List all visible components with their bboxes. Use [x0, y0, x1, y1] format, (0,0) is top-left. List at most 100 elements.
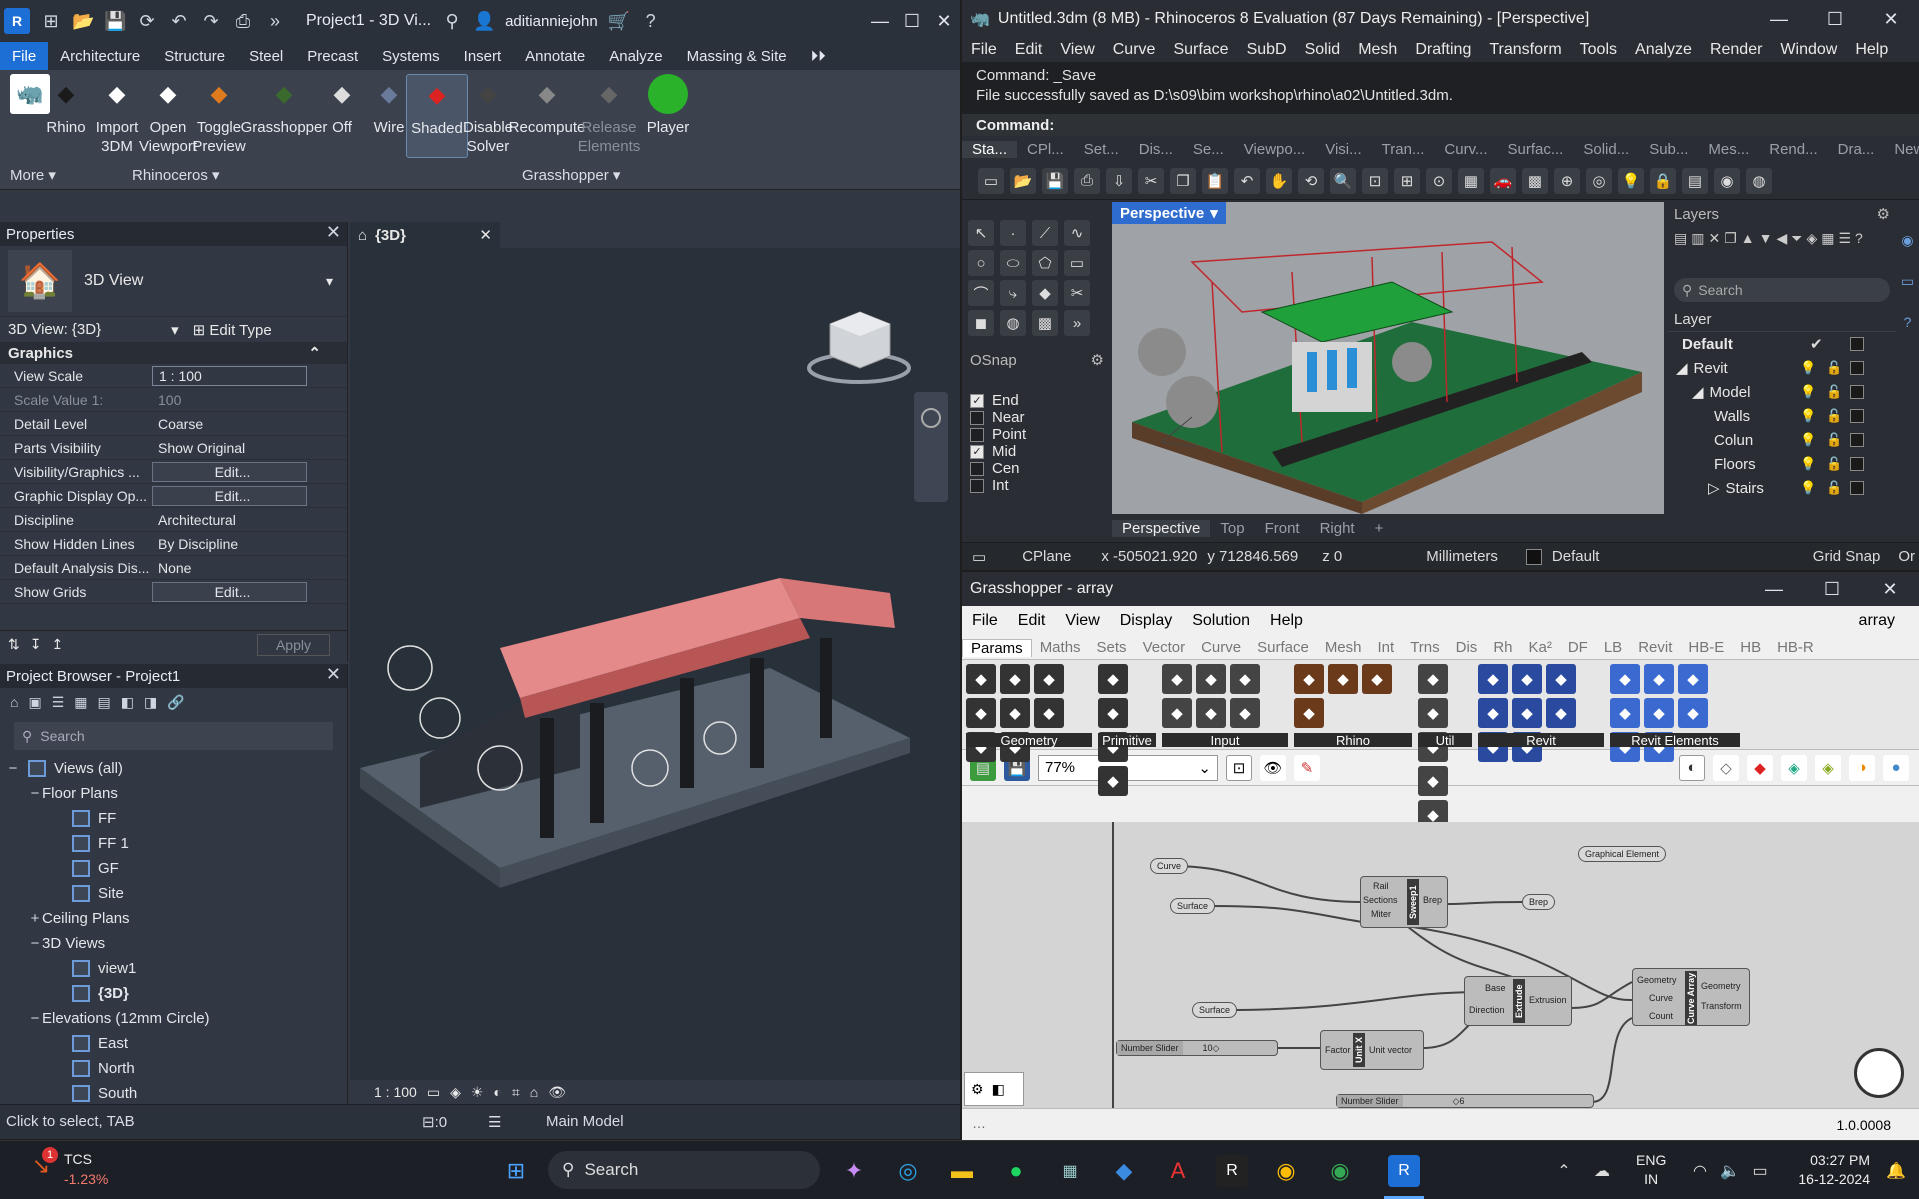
selected-only-icon[interactable]: ◈ — [1815, 754, 1841, 781]
home-icon[interactable]: ⊞ — [40, 11, 62, 32]
sort-za-icon[interactable]: ↥ — [51, 636, 63, 653]
sync-icon[interactable]: ⟳ — [136, 11, 158, 32]
rhino-menu-view[interactable]: View — [1051, 41, 1103, 59]
filter-icon[interactable]: ⏷ — [1791, 230, 1802, 274]
lock-icon[interactable]: 🔓 — [1826, 480, 1842, 496]
collapse-icon[interactable]: − — [28, 935, 42, 952]
fit-icon[interactable]: ▣ — [28, 694, 41, 711]
gh-sweep1-node[interactable]: Rail Sections Miter Sweep1 Brep — [1360, 876, 1448, 928]
gh-curve-array-node[interactable]: Geometry Curve Count Curve Array Geometr… — [1632, 968, 1750, 1026]
select-icon[interactable]: ↖ — [968, 220, 994, 246]
widget-icon[interactable]: ⚙ — [971, 1081, 984, 1098]
help-icon[interactable]: ? — [1855, 230, 1863, 274]
view-scale[interactable]: 1 : 100 — [374, 1084, 417, 1100]
gh-component-icon[interactable]: ◆ — [1098, 766, 1128, 796]
array-input-count[interactable]: Count — [1649, 1011, 1673, 1021]
properties-help-icon[interactable]: ⇅ — [8, 636, 20, 653]
layer-row[interactable]: ◢ Revit 💡 🔓 — [1668, 356, 1896, 380]
file-explorer-icon[interactable]: ▬ — [946, 1155, 978, 1187]
gh-component-icon[interactable]: ◆ — [1678, 664, 1708, 694]
browser-tree-item[interactable]: East — [6, 1031, 347, 1056]
gh-component-icon[interactable]: ◆ — [1098, 664, 1128, 694]
copy-icon[interactable]: ❐ — [1170, 167, 1196, 194]
gh-tab[interactable]: Sets — [1089, 639, 1135, 656]
array-input-curve[interactable]: Curve — [1649, 993, 1673, 1003]
gh-component-icon[interactable]: ◆ — [1162, 698, 1192, 728]
layer-color-swatch[interactable] — [1850, 481, 1864, 495]
grid-icon[interactable]: ▩ — [1522, 167, 1548, 194]
revit-tab-steel[interactable]: Steel — [237, 42, 295, 70]
edu-app-icon[interactable]: ▦ — [1054, 1155, 1086, 1187]
gh-tab[interactable]: Int — [1370, 639, 1403, 656]
family-icon[interactable]: ◧ — [121, 694, 134, 711]
gh-component-icon[interactable]: ◆ — [1546, 664, 1576, 694]
gh-tab[interactable]: Curve — [1193, 639, 1249, 656]
bulb-icon[interactable]: 💡 — [1800, 384, 1816, 400]
gh-menu-edit[interactable]: Edit — [1008, 612, 1056, 630]
browser-tree-item[interactable]: FF 1 — [6, 831, 347, 856]
zoom-icon[interactable]: 🔍 — [1330, 167, 1356, 194]
revit-tab-file[interactable]: File — [0, 42, 49, 70]
save-icon[interactable]: 💾 — [104, 11, 126, 32]
sweep-input-miter[interactable]: Miter — [1371, 909, 1391, 919]
gh-component-icon[interactable]: ◆ — [1678, 698, 1708, 728]
layer-row[interactable]: ▷ Stairs 💡 🔓 — [1668, 476, 1896, 500]
type-selector[interactable]: 🏠 3D View ▾ — [0, 246, 347, 316]
rhino-toolbar-tab[interactable]: Sub... — [1639, 141, 1698, 158]
gh-group-label[interactable]: Geometry — [966, 733, 1092, 748]
rhino-toolbar-tab[interactable]: Dra... — [1828, 141, 1885, 158]
help-panel-icon[interactable]: ? — [1904, 314, 1912, 330]
ribbon-grasshopper-button[interactable]: ◆ Grasshopper — [241, 74, 328, 137]
edit-button[interactable]: Edit... — [152, 461, 307, 482]
revit-3d-view[interactable]: ⌂ {3D} ✕ 1: 100 ▭ ◈ ☀ ◐ ⌗ ⌂ 👁 — [350, 222, 960, 1104]
gh-component-icon[interactable]: ◆ — [1196, 698, 1226, 728]
undo-icon[interactable]: ↶ — [1234, 167, 1260, 194]
gh-graphical-element-param[interactable]: Graphical Element — [1578, 846, 1667, 862]
rhino-toolbar-tab[interactable]: Mes... — [1698, 141, 1759, 158]
extrude-input-base[interactable]: Base — [1485, 983, 1506, 993]
close-icon[interactable]: ✕ — [479, 226, 492, 244]
close-icon[interactable]: ✕ — [1861, 572, 1919, 606]
rhino-menu-window[interactable]: Window — [1771, 41, 1846, 59]
show-hidden-icons-icon[interactable]: ⌃ — [1548, 1155, 1580, 1187]
more-tools-icon[interactable]: » — [1064, 310, 1090, 336]
revit-user[interactable]: aditianniejohn — [505, 13, 598, 30]
gh-menu-file[interactable]: File — [962, 612, 1008, 630]
gh-group-label[interactable]: Util — [1418, 733, 1472, 748]
view-tab[interactable]: ⌂ {3D} ✕ — [350, 222, 500, 248]
revit-logo-icon[interactable]: R — [4, 8, 30, 34]
browser-tree-item[interactable]: South — [6, 1081, 347, 1106]
property-value[interactable]: 1 : 100 — [152, 365, 307, 386]
status-ortho[interactable]: Or — [1898, 548, 1915, 565]
gh-component-icon[interactable]: ◆ — [1230, 698, 1260, 728]
list-icon[interactable]: ☰ — [52, 694, 65, 711]
curve-icon[interactable]: ∿ — [1064, 220, 1090, 246]
offset-icon[interactable]: ⤷ — [1000, 280, 1026, 306]
ellipse-icon[interactable]: ⬭ — [1000, 250, 1026, 276]
redo-icon[interactable]: ↷ — [200, 11, 222, 32]
checkbox-icon[interactable] — [970, 410, 984, 425]
import-icon[interactable]: ⇩ — [1106, 167, 1132, 194]
sun-path-icon[interactable]: ☀ — [471, 1084, 484, 1101]
bulb-icon[interactable]: 💡 — [1800, 408, 1816, 424]
expand-icon[interactable]: ◢ — [1692, 383, 1704, 401]
revit-taskbar-icon[interactable]: R — [1388, 1155, 1420, 1187]
gh-number-slider-1[interactable]: Number Slider 10 ◇ — [1116, 1040, 1278, 1056]
duplicate-layer-icon[interactable]: ❐ — [1724, 230, 1737, 274]
browser-tree-item[interactable]: North — [6, 1056, 347, 1081]
edit-button[interactable]: Edit... — [152, 581, 307, 602]
close-icon[interactable]: ✕ — [326, 664, 341, 685]
cplane-icon[interactable]: ▭ — [972, 548, 986, 566]
gh-number-slider-2[interactable]: Number Slider ◇ 6 — [1336, 1094, 1594, 1108]
maximize-icon[interactable]: ☐ — [1807, 0, 1863, 38]
rhino-toolbar-tab[interactable]: Viewpo... — [1234, 141, 1315, 158]
slider-grip-icon[interactable]: ◇ — [1213, 1043, 1220, 1054]
osnap-item[interactable]: Near — [970, 409, 1112, 426]
checkbox-checked-icon[interactable]: ✓ — [970, 444, 984, 459]
sweep-output-brep[interactable]: Brep — [1423, 895, 1442, 905]
polygon-icon[interactable]: ⬠ — [1032, 250, 1058, 276]
browser-tree-item[interactable]: view1 — [6, 956, 347, 981]
wifi-icon[interactable]: ◠ — [1684, 1155, 1716, 1187]
expand-icon[interactable]: ◢ — [1676, 359, 1688, 377]
sweep-input-rail[interactable]: Rail — [1373, 881, 1389, 891]
